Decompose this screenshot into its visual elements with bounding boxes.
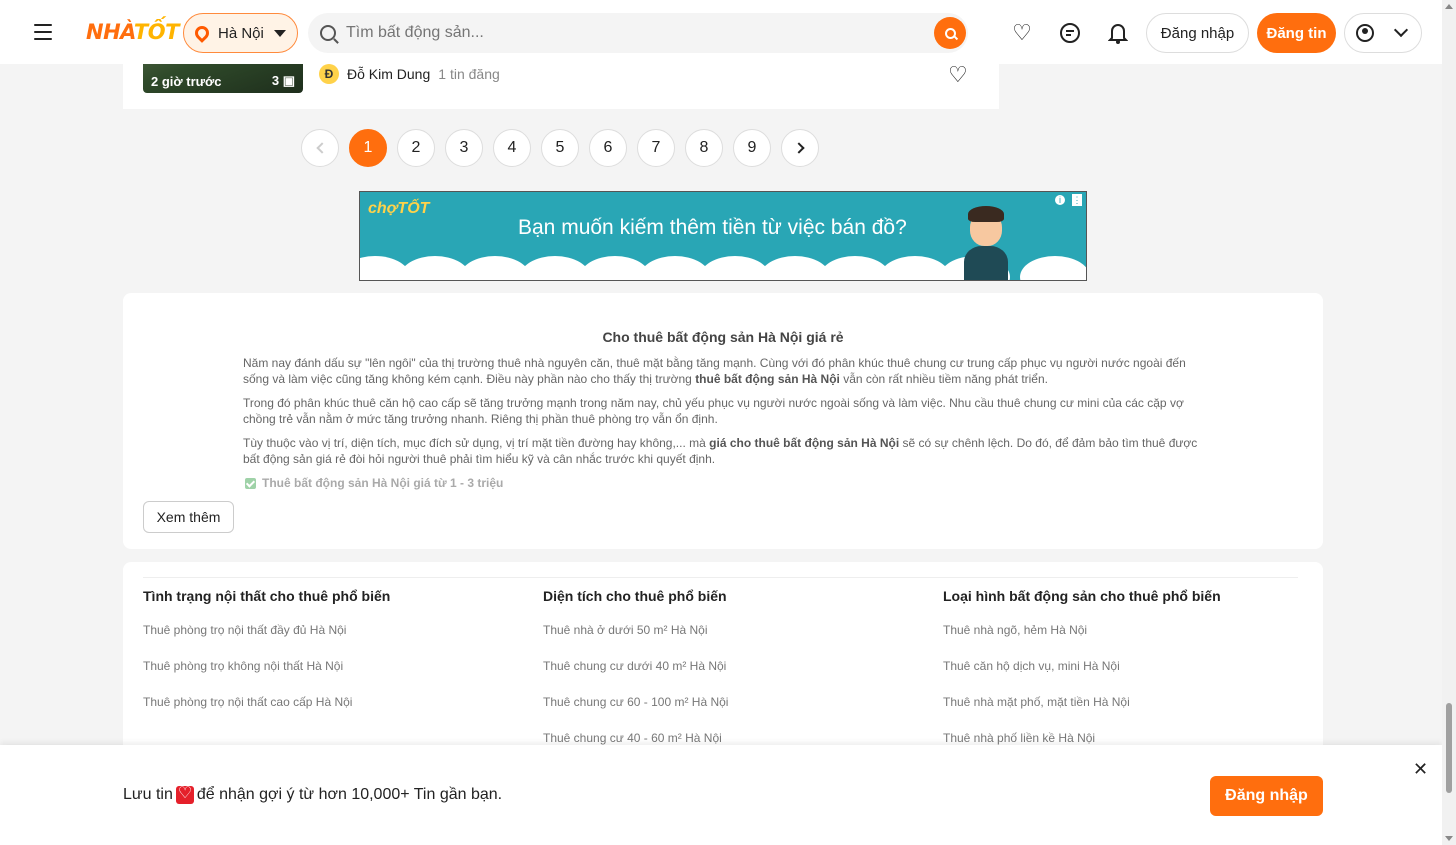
saved-heart-icon[interactable]: ♡: [1009, 20, 1035, 46]
column-title: Loại hình bất động sản cho thuê phổ biến: [943, 588, 1221, 604]
seo-description-card: Cho thuê bất động sản Hà Nội giá rẻ Năm …: [123, 293, 1323, 549]
location-label: Hà Nội: [218, 24, 264, 42]
page-5[interactable]: 5: [541, 129, 579, 167]
ad-banner[interactable]: chợTỐT Bạn muốn kiếm thêm tiền từ việc b…: [359, 191, 1087, 281]
seller-name: Đỗ Kim Dung: [347, 66, 431, 82]
seller-avatar: Đ: [319, 64, 339, 84]
favorite-heart-icon[interactable]: ♡: [948, 62, 968, 88]
photo-count-value: 3: [271, 73, 280, 88]
post-listing-button[interactable]: Đăng tin: [1257, 13, 1336, 53]
link-item[interactable]: Thuê nhà ở dưới 50 m² Hà Nội: [543, 623, 923, 659]
page-1[interactable]: 1: [349, 129, 387, 167]
photo-count: 3 ▣: [271, 73, 295, 88]
ad-info-icon[interactable]: i: [1054, 194, 1066, 206]
links-column-property-type: Loại hình bất động sản cho thuê phổ biến…: [943, 588, 1323, 767]
page-6[interactable]: 6: [589, 129, 627, 167]
chevron-right-icon: [792, 142, 805, 154]
search-bar: [308, 13, 968, 53]
column-title: Tình trạng nội thất cho thuê phổ biến: [143, 588, 391, 604]
hamburger-menu-icon[interactable]: [34, 24, 52, 40]
prompt-text-after: để nhận gợi ý từ hơn 10,000+ Tin gần bạn…: [196, 786, 503, 803]
saved-heart-icon: [175, 783, 194, 804]
ad-character-illustration: [960, 206, 1012, 280]
column-title: Diện tích cho thuê phổ biến: [543, 588, 727, 604]
login-button[interactable]: Đăng nhập: [1146, 13, 1249, 53]
links-column-furniture: Tình trạng nội thất cho thuê phổ biến Th…: [143, 588, 523, 731]
notification-bell-icon[interactable]: [1105, 20, 1131, 46]
seller-post-count: 1 tin đăng: [438, 66, 500, 82]
ad-message: Bạn muốn kiếm thêm tiền từ việc bán đồ?: [518, 216, 907, 239]
ad-brand: chợTỐT: [368, 200, 430, 217]
search-submit-icon: [944, 27, 956, 39]
link-item[interactable]: Thuê chung cư dưới 40 m² Hà Nội: [543, 659, 923, 695]
prompt-text-before: Lưu tin: [123, 786, 173, 803]
next-page-button[interactable]: [781, 129, 819, 167]
scroll-down-icon[interactable]: [1445, 836, 1453, 841]
link-item[interactable]: Thuê nhà mặt phố, mặt tiền Hà Nội: [943, 695, 1323, 731]
page-4[interactable]: 4: [493, 129, 531, 167]
close-icon[interactable]: ✕: [1413, 759, 1428, 780]
links-column-area: Diện tích cho thuê phổ biến Thuê nhà ở d…: [543, 588, 923, 767]
link-item[interactable]: Thuê phòng trọ nội thất đầy đủ Hà Nội: [143, 623, 523, 659]
seo-paragraph-3: Tùy thuộc vào vị trí, diện tích, mục đíc…: [243, 436, 1198, 466]
login-prompt-text: Lưu tin để nhận gợi ý từ hơn 10,000+ Tin…: [123, 783, 503, 804]
seo-check-item[interactable]: Thuê bất động sản Hà Nội giá từ 1 - 3 tr…: [245, 476, 503, 490]
ad-options-icon[interactable]: ⋮: [1072, 194, 1082, 206]
search-submit-button[interactable]: [934, 17, 966, 49]
search-input[interactable]: [346, 24, 906, 42]
link-item[interactable]: Thuê căn hộ dịch vụ, mini Hà Nội: [943, 659, 1323, 695]
pagination: 1 2 3 4 5 6 7 8 9: [301, 129, 829, 167]
scrollbar-thumb[interactable]: [1446, 703, 1452, 793]
page-3[interactable]: 3: [445, 129, 483, 167]
chat-icon[interactable]: [1057, 20, 1083, 46]
prompt-login-button[interactable]: Đăng nhập: [1210, 776, 1323, 816]
chevron-left-icon: [315, 142, 328, 154]
seo-title: Cho thuê bất động sản Hà Nội giá rẻ: [602, 329, 844, 345]
account-menu[interactable]: [1344, 13, 1422, 53]
see-more-button[interactable]: Xem thêm: [143, 501, 234, 533]
page-7[interactable]: 7: [637, 129, 675, 167]
logo-text-2: TỐT: [133, 20, 180, 44]
scroll-up-icon[interactable]: [1445, 4, 1453, 9]
page-2[interactable]: 2: [397, 129, 435, 167]
caret-down-icon: [273, 29, 286, 37]
page-9[interactable]: 9: [733, 129, 771, 167]
page-8[interactable]: 8: [685, 129, 723, 167]
link-item[interactable]: Thuê phòng trọ nội thất cao cấp Hà Nội: [143, 695, 523, 731]
location-pin-icon: [192, 23, 212, 43]
user-icon: [1356, 24, 1374, 42]
seo-paragraph-1: Năm nay đánh dấu sự "lên ngôi" của thị t…: [243, 356, 1186, 386]
divider: [143, 577, 1298, 578]
location-selector[interactable]: Hà Nội: [183, 13, 298, 53]
prev-page-button[interactable]: [301, 129, 339, 167]
link-item[interactable]: Thuê phòng trọ không nội thất Hà Nội: [143, 659, 523, 695]
search-icon: [320, 25, 336, 41]
link-item[interactable]: Thuê chung cư 60 - 100 m² Hà Nội: [543, 695, 923, 731]
seo-check-label: Thuê bất động sản Hà Nội giá từ 1 - 3 tr…: [262, 476, 504, 490]
logo[interactable]: NHÀTỐT: [86, 20, 179, 44]
logo-text-1: NHÀ: [86, 20, 134, 44]
link-item[interactable]: Thuê nhà ngõ, hẻm Hà Nội: [943, 623, 1323, 659]
chevron-down-icon: [1393, 22, 1409, 38]
checkbox-checked-icon: [245, 477, 256, 489]
top-header: NHÀTỐT Hà Nội ♡ Đăng nhập Đăng tin: [0, 0, 1442, 64]
seo-paragraph-2: Trong đó phân khúc thuê căn hộ cao cấp s…: [243, 396, 1184, 426]
seller-info: Đ Đỗ Kim Dung 1 tin đăng: [319, 64, 500, 84]
login-prompt-bar: Lưu tin để nhận gợi ý từ hơn 10,000+ Tin…: [0, 745, 1442, 845]
listing-time: 2 giờ trước: [151, 74, 222, 89]
page-scrollbar[interactable]: [1442, 0, 1456, 845]
